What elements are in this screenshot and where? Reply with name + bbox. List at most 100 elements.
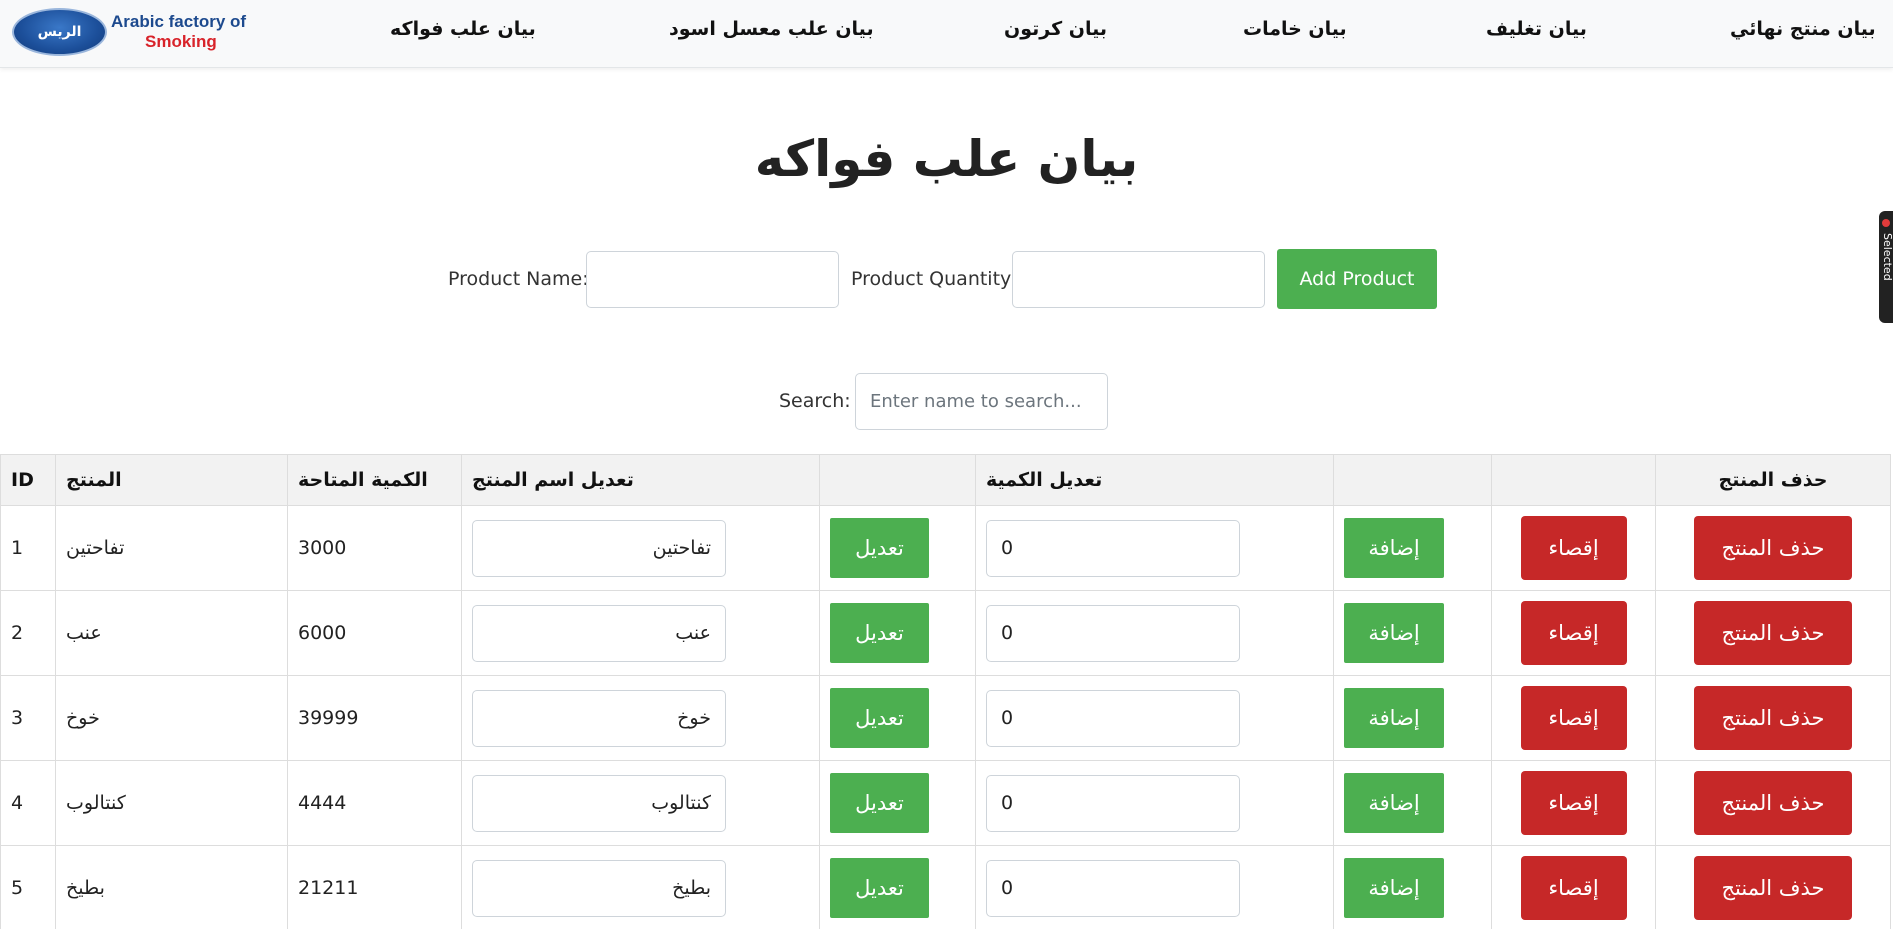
edit-name-button[interactable]: تعديل	[830, 518, 929, 578]
nav-link-packaging[interactable]: بيان تغليف	[1486, 18, 1587, 40]
brand-line-2: Smoking	[145, 32, 217, 51]
cell-product-name: تفاحتين	[55, 505, 288, 591]
cell-edit-quantity	[975, 675, 1334, 761]
side-tab-widget[interactable]: Selected	[1879, 211, 1893, 323]
table-row: 5بطيخ21211 تعديل إضافة إقصاء حذف المنتج	[0, 845, 1891, 929]
cell-edit-name	[461, 590, 820, 676]
cell-edit-button: تعديل	[819, 845, 976, 929]
cell-deduct-button: إقصاء	[1491, 590, 1656, 676]
cell-product-name: كنتالوب	[55, 760, 288, 846]
delete-product-button[interactable]: حذف المنتج	[1694, 516, 1852, 580]
table-header-row: ID المنتج الكمية المتاحة تعديل اسم المنت…	[0, 454, 1891, 506]
edit-name-button[interactable]: تعديل	[830, 858, 929, 918]
edit-name-input[interactable]	[472, 604, 726, 662]
add-quantity-button[interactable]: إضافة	[1344, 688, 1444, 748]
search-input[interactable]	[855, 373, 1108, 430]
edit-quantity-input[interactable]	[986, 604, 1240, 662]
cell-add-button: إضافة	[1333, 845, 1492, 929]
cell-edit-quantity	[975, 590, 1334, 676]
cell-edit-name	[461, 845, 820, 929]
nav-link-cartons[interactable]: بيان كرتون	[1004, 18, 1107, 40]
header-edit-button-col	[819, 454, 976, 506]
header-delete-product: حذف المنتج	[1655, 454, 1891, 506]
delete-product-button[interactable]: حذف المنتج	[1694, 601, 1852, 665]
delete-product-button[interactable]: حذف المنتج	[1694, 856, 1852, 920]
cell-edit-name	[461, 675, 820, 761]
header-deduct-button-col	[1491, 454, 1656, 506]
side-tab-label: Selected	[1881, 233, 1893, 281]
nav-link-fruit-cans[interactable]: بيان علب فواكه	[390, 18, 536, 40]
nav-link-final-product[interactable]: بيان منتج نهائي	[1730, 18, 1876, 40]
add-quantity-button[interactable]: إضافة	[1344, 518, 1444, 578]
search-label: Search:	[779, 390, 851, 412]
add-quantity-button[interactable]: إضافة	[1344, 603, 1444, 663]
deduct-quantity-button[interactable]: إقصاء	[1520, 516, 1627, 580]
cell-add-button: إضافة	[1333, 590, 1492, 676]
header-product: المنتج	[55, 454, 288, 506]
cell-add-button: إضافة	[1333, 675, 1492, 761]
edit-name-button[interactable]: تعديل	[830, 773, 929, 833]
deduct-quantity-button[interactable]: إقصاء	[1520, 686, 1627, 750]
header-edit-product-name: تعديل اسم المنتج	[461, 454, 820, 506]
cell-id: 3	[0, 675, 56, 761]
edit-name-button[interactable]: تعديل	[830, 603, 929, 663]
edit-quantity-input[interactable]	[986, 689, 1240, 747]
products-table: ID المنتج الكمية المتاحة تعديل اسم المنت…	[0, 454, 1891, 929]
cell-edit-quantity	[975, 845, 1334, 929]
add-product-button[interactable]: Add Product	[1277, 249, 1437, 309]
cell-edit-name	[461, 505, 820, 591]
edit-quantity-input[interactable]	[986, 774, 1240, 832]
product-quantity-input[interactable]	[1012, 251, 1265, 308]
cell-edit-button: تعديل	[819, 760, 976, 846]
edit-quantity-input[interactable]	[986, 859, 1240, 917]
cell-delete-button: حذف المنتج	[1655, 760, 1891, 846]
cell-available-quantity: 6000	[287, 590, 462, 676]
cell-add-button: إضافة	[1333, 505, 1492, 591]
cell-deduct-button: إقصاء	[1491, 675, 1656, 761]
cell-id: 1	[0, 505, 56, 591]
deduct-quantity-button[interactable]: إقصاء	[1520, 601, 1627, 665]
edit-name-input[interactable]	[472, 519, 726, 577]
cell-edit-button: تعديل	[819, 505, 976, 591]
brand-name: Arabic factory of Smoking	[111, 12, 246, 52]
cell-available-quantity: 39999	[287, 675, 462, 761]
cell-product-name: خوخ	[55, 675, 288, 761]
cell-available-quantity: 4444	[287, 760, 462, 846]
product-name-input[interactable]	[586, 251, 839, 308]
brand-emblem-text: الريس	[37, 24, 82, 40]
deduct-quantity-button[interactable]: إقصاء	[1520, 856, 1627, 920]
add-quantity-button[interactable]: إضافة	[1344, 773, 1444, 833]
cell-edit-button: تعديل	[819, 675, 976, 761]
nav-link-raw-materials[interactable]: بيان خامات	[1243, 18, 1347, 40]
edit-quantity-input[interactable]	[986, 519, 1240, 577]
edit-name-input[interactable]	[472, 774, 726, 832]
cell-edit-quantity	[975, 505, 1334, 591]
cell-product-name: بطيخ	[55, 845, 288, 929]
product-quantity-label: Product Quantity:	[851, 268, 1017, 290]
cell-id: 4	[0, 760, 56, 846]
brand-line-1: Arabic factory of	[111, 12, 247, 31]
cell-deduct-button: إقصاء	[1491, 505, 1656, 591]
delete-product-button[interactable]: حذف المنتج	[1694, 771, 1852, 835]
delete-product-button[interactable]: حذف المنتج	[1694, 686, 1852, 750]
header-available-quantity: الكمية المتاحة	[287, 454, 462, 506]
edit-name-input[interactable]	[472, 689, 726, 747]
top-navbar: الريس Arabic factory of Smoking بيان علب…	[0, 0, 1893, 68]
cell-deduct-button: إقصاء	[1491, 845, 1656, 929]
edit-name-button[interactable]: تعديل	[830, 688, 929, 748]
table-row: 3خوخ39999 تعديل إضافة إقصاء حذف المنتج	[0, 675, 1891, 761]
page-title: بيان علب فواكه	[754, 130, 1139, 188]
add-quantity-button[interactable]: إضافة	[1344, 858, 1444, 918]
cell-edit-name	[461, 760, 820, 846]
deduct-quantity-button[interactable]: إقصاء	[1520, 771, 1627, 835]
cell-deduct-button: إقصاء	[1491, 760, 1656, 846]
cell-available-quantity: 3000	[287, 505, 462, 591]
header-id: ID	[0, 454, 56, 506]
nav-link-black-molasses-cans[interactable]: بيان علب معسل اسود	[669, 18, 874, 40]
cell-add-button: إضافة	[1333, 760, 1492, 846]
table-row: 2عنب6000 تعديل إضافة إقصاء حذف المنتج	[0, 590, 1891, 676]
brand-logo[interactable]: الريس Arabic factory of Smoking	[12, 8, 246, 56]
edit-name-input[interactable]	[472, 859, 726, 917]
cell-delete-button: حذف المنتج	[1655, 845, 1891, 929]
record-dot-icon	[1882, 219, 1890, 227]
